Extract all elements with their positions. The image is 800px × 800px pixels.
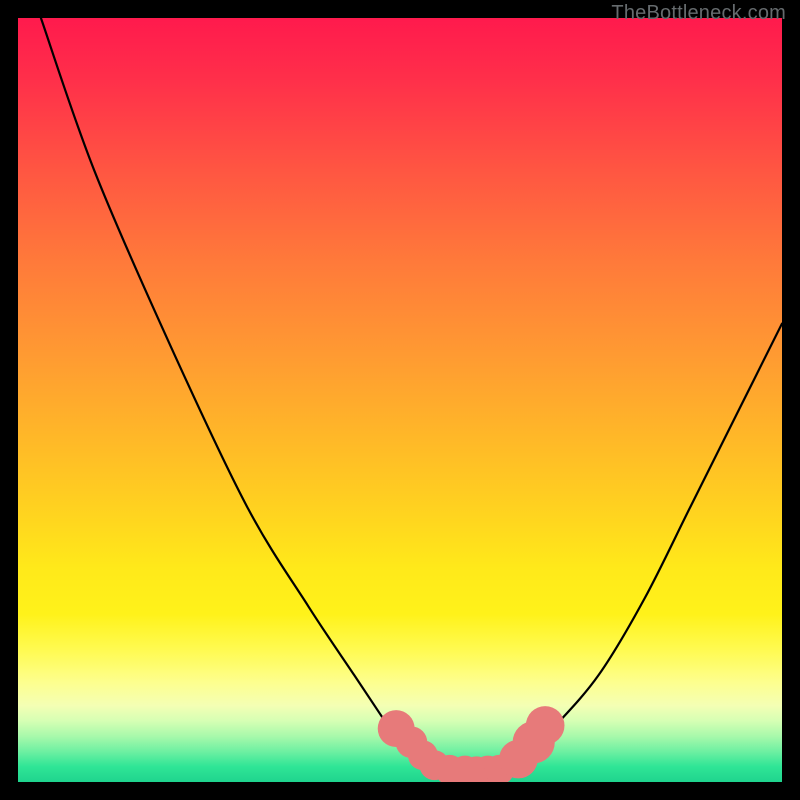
valley-beads	[378, 706, 565, 782]
plot-area	[18, 18, 782, 782]
watermark-text: TheBottleneck.com	[611, 2, 786, 25]
chart-frame: TheBottleneck.com	[0, 0, 800, 800]
bead	[526, 706, 565, 745]
series-curve-left	[41, 18, 454, 771]
curve-layer	[18, 18, 782, 782]
bottleneck-curve	[41, 18, 782, 771]
series-curve-right	[499, 324, 782, 771]
